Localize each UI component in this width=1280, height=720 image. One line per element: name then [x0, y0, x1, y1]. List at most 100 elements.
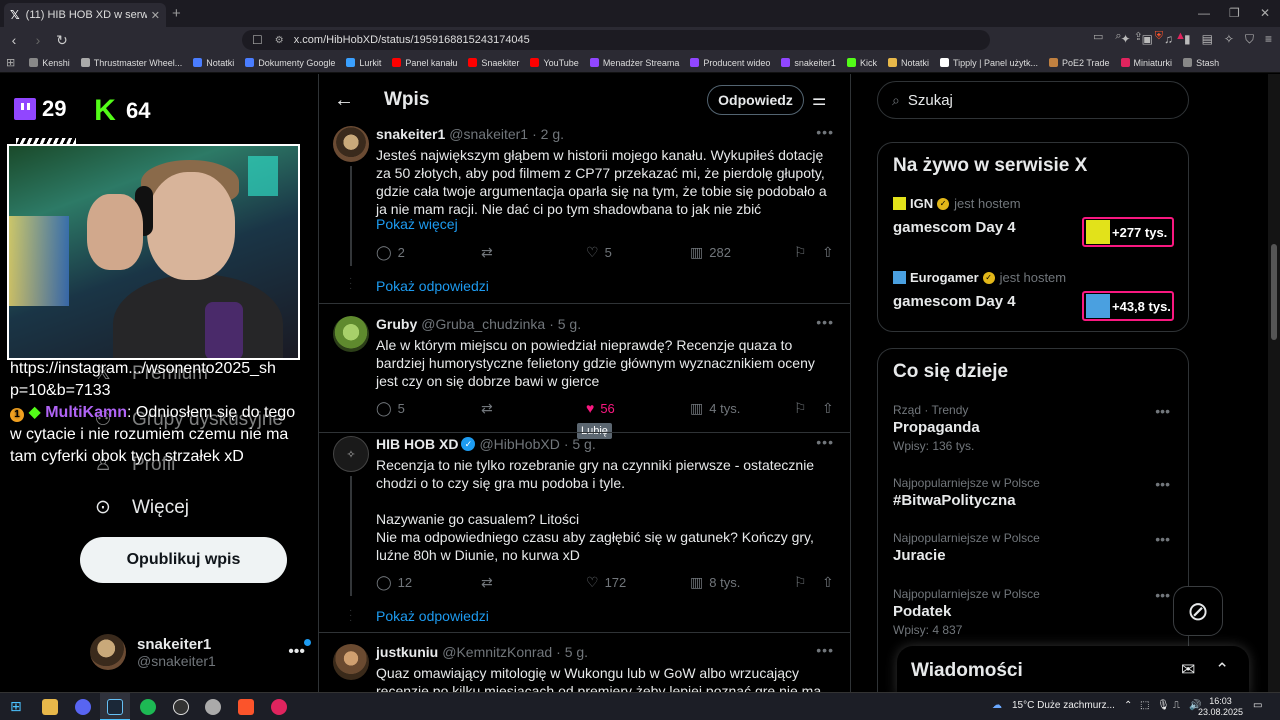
url-text[interactable]: x.com/HibHobXD/status/195916881524317404… [294, 34, 530, 46]
scrollbar-thumb[interactable] [1271, 244, 1277, 340]
live-title[interactable]: gamescom Day 4 [893, 219, 1016, 236]
live-listener-count[interactable]: +277 tys. [1082, 217, 1174, 247]
tweet-author-handle[interactable]: @snakeiter1 [449, 126, 528, 142]
tweet-time[interactable]: · 5 g. [549, 316, 581, 332]
tweet-avatar[interactable] [333, 316, 369, 352]
grok-button[interactable]: ⊘ [1173, 586, 1223, 636]
account-switcher[interactable]: snakeiter1 @snakeiter1 ••• [90, 634, 311, 670]
search-input[interactable]: ⌕ Szukaj [877, 81, 1189, 119]
tweet[interactable]: ✧ HIB HOB XD ✓ @HibHobXD · 5 g. ••• Rece… [319, 434, 850, 626]
tweet-more-icon[interactable]: ••• [816, 434, 834, 450]
tweet-avatar[interactable] [333, 126, 369, 162]
bookmark-item[interactable]: Dokumenty Google [245, 58, 335, 68]
reply-action[interactable]: ◯ 12 [376, 574, 412, 591]
settings-sliders-icon[interactable]: ⚌ [812, 90, 826, 110]
tweet[interactable]: Gruby @Gruba_chudzinka · 5 g. ••• Ale w … [319, 314, 850, 434]
ai-icon[interactable]: ✧ [1224, 32, 1234, 47]
trend-more-icon[interactable]: ••• [1155, 403, 1170, 419]
bookmark-item[interactable]: Stash [1183, 58, 1219, 68]
bookmark-item[interactable]: Panel kanału [392, 58, 457, 68]
notifications-icon[interactable]: ▭ [1253, 700, 1262, 711]
trend-more-icon[interactable]: ••• [1155, 476, 1170, 492]
browser-tab[interactable]: 𝕏 (11) HIB HOB XD w serwisie X: „ ✕ [4, 3, 166, 27]
maximize-button[interactable]: ❐ [1229, 6, 1240, 20]
bookmark-icon[interactable]: ☐ [252, 33, 263, 47]
bookmark-item[interactable]: Thrustmaster Wheel... [80, 58, 182, 68]
record-icon[interactable] [271, 699, 287, 715]
nav-more[interactable]: ⊙ Więcej [92, 496, 189, 519]
tweet-avatar[interactable]: ✧ [333, 436, 369, 472]
close-window-button[interactable]: ✕ [1260, 6, 1270, 20]
share-action[interactable]: ⇧ [822, 574, 834, 591]
bookmark-item[interactable]: Snaekiter [468, 58, 519, 68]
like-action[interactable]: ♡ 5 [586, 244, 612, 261]
show-more-link[interactable]: Pokaż więcej [376, 216, 458, 232]
vpn-icon[interactable]: ⛉ [1245, 32, 1254, 47]
page-scrollbar[interactable] [1268, 74, 1280, 692]
tweet[interactable]: justkuniu @KemnitzKonrad · 5 g. ••• Quaz… [319, 642, 850, 692]
repost-action[interactable]: ⇄ [481, 574, 493, 591]
menu-icon[interactable]: ≡ [1265, 32, 1272, 47]
account-more-icon[interactable]: ••• [288, 639, 311, 661]
forward-nav-icon[interactable]: › [28, 32, 48, 48]
new-tab-button[interactable]: + [172, 5, 181, 22]
tray-expand-icon[interactable]: ⌃ [1124, 700, 1132, 711]
bookmark-item[interactable]: Menadżer Streama [589, 58, 679, 68]
sidebar-icon[interactable]: ▮ [1184, 32, 1191, 47]
back-arrow-icon[interactable]: ← [334, 89, 358, 112]
tweet-time[interactable]: · 5 g. [564, 436, 596, 452]
tweet-author-handle[interactable]: @HibHobXD [479, 436, 559, 452]
minimize-button[interactable]: — [1198, 6, 1210, 20]
live-listener-count[interactable]: +43,8 tys. [1082, 291, 1174, 321]
tweet-avatar[interactable] [333, 644, 369, 680]
obs-icon[interactable] [173, 699, 189, 715]
tweet-author-name[interactable]: justkuniu [376, 644, 438, 660]
trend-more-icon[interactable]: ••• [1155, 531, 1170, 547]
show-replies-link[interactable]: Pokaż odpowiedzi [376, 608, 489, 624]
views-action[interactable]: ▥ 8 tys. [690, 574, 740, 591]
screenshot-icon[interactable]: ▣ [1142, 32, 1153, 47]
views-action[interactable]: ▥ 4 tys. [690, 400, 740, 417]
trend-more-icon[interactable]: ••• [1155, 587, 1170, 603]
wallet-icon[interactable]: ▤ [1202, 32, 1213, 47]
bookmark-item[interactable]: Tipply | Panel użytk... [939, 58, 1038, 68]
tweet-more-icon[interactable]: ••• [816, 642, 834, 658]
bookmark-action[interactable]: ⚐ [794, 400, 807, 417]
new-message-icon[interactable]: ✉ [1181, 660, 1195, 680]
views-action[interactable]: ▥ 282 [690, 244, 731, 261]
like-action[interactable]: ♥ 56 [586, 400, 615, 416]
bookmark-item[interactable]: Miniaturki [1120, 58, 1172, 68]
reply-button[interactable]: Odpowiedz [707, 85, 804, 115]
live-host[interactable]: IGN ✓ jest hostem [893, 196, 1021, 211]
steam-icon[interactable] [107, 699, 123, 715]
share-action[interactable]: ⇧ [822, 400, 834, 417]
spotify-icon[interactable] [140, 699, 156, 715]
microphone-icon[interactable]: 🎙 [1157, 700, 1170, 711]
reload-icon[interactable]: ↻ [52, 32, 72, 49]
tab-close-icon[interactable]: ✕ [151, 9, 160, 22]
bookmark-item[interactable]: Lurkit [346, 58, 381, 68]
repost-action[interactable]: ⇄ [481, 400, 493, 417]
tweet-time[interactable]: · 2 g. [532, 126, 564, 142]
windows-start-icon[interactable]: ⊞ [10, 698, 22, 715]
tweet-time[interactable]: · 5 g. [556, 644, 588, 660]
repost-action[interactable]: ⇄ [481, 244, 493, 261]
discord-icon[interactable] [75, 699, 91, 715]
app-icon[interactable] [205, 699, 221, 715]
bookmark-item[interactable]: PoE2 Trade [1049, 58, 1110, 68]
live-title[interactable]: gamescom Day 4 [893, 293, 1016, 310]
address-bar[interactable]: ☐ ⚙ x.com/HibHobXD/status/19591688152431… [242, 30, 1186, 50]
bookmark-item[interactable]: Kenshi [29, 58, 70, 68]
network-icon[interactable]: ⎍ [1173, 700, 1180, 711]
messages-drawer[interactable]: Wiadomości ✉ ⌃ [897, 646, 1249, 692]
system-clock[interactable]: 16:03 23.08.2025 [1198, 696, 1243, 718]
reply-action[interactable]: ◯ 2 [376, 244, 405, 261]
tweet-author-name[interactable]: HIB HOB XD [376, 436, 458, 452]
apps-grid-icon[interactable]: ⊞ [6, 56, 15, 69]
tray-app-icon[interactable]: ⬚ [1140, 700, 1149, 711]
brave-icon[interactable] [238, 699, 254, 715]
extensions-icon[interactable]: ✦ [1121, 32, 1131, 47]
bookmark-item[interactable]: YouTube [530, 58, 579, 68]
tweet[interactable]: snakeiter1 @snakeiter1 · 2 g. ••• Jesteś… [319, 124, 850, 304]
tweet-more-icon[interactable]: ••• [816, 314, 834, 330]
